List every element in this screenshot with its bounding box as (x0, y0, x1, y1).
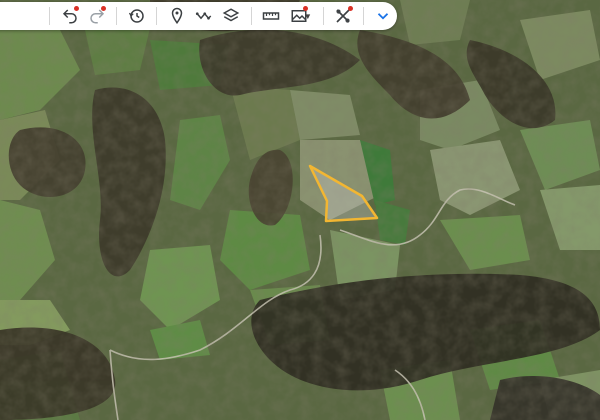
expand-icon (378, 13, 389, 20)
add-placemark-icon (171, 7, 182, 25)
toolbar-divider (156, 7, 158, 25)
toolbar-divider (49, 7, 50, 25)
history-icon (128, 9, 144, 23)
layers-icon (222, 8, 240, 22)
toolbar-divider (116, 7, 118, 25)
satellite-map[interactable] (0, 0, 600, 420)
tools-indicator-dot (348, 6, 353, 11)
add-path-icon (195, 12, 212, 20)
toolbar-divider (363, 7, 364, 25)
photo-indicator-dot (302, 6, 308, 11)
redo-button[interactable] (86, 4, 107, 28)
layers-button[interactable] (220, 4, 241, 28)
toolbar-divider (322, 7, 324, 25)
map-toolbar: ▼ (0, 2, 397, 30)
search-box-edge[interactable] (0, 2, 43, 30)
history-button[interactable] (126, 4, 147, 28)
tools-button[interactable] (333, 4, 354, 28)
add-path-button[interactable] (193, 4, 214, 28)
toolbar-divider (250, 7, 252, 25)
measure-button[interactable] (260, 4, 281, 28)
chevron-down-icon: ▼ (303, 11, 312, 21)
undo-button[interactable] (59, 4, 80, 28)
add-placemark-button[interactable] (166, 4, 187, 28)
measure-ruler-icon (262, 12, 280, 20)
add-photo-button[interactable]: ▼ (288, 4, 314, 28)
expand-toolbar-button[interactable] (373, 4, 394, 28)
